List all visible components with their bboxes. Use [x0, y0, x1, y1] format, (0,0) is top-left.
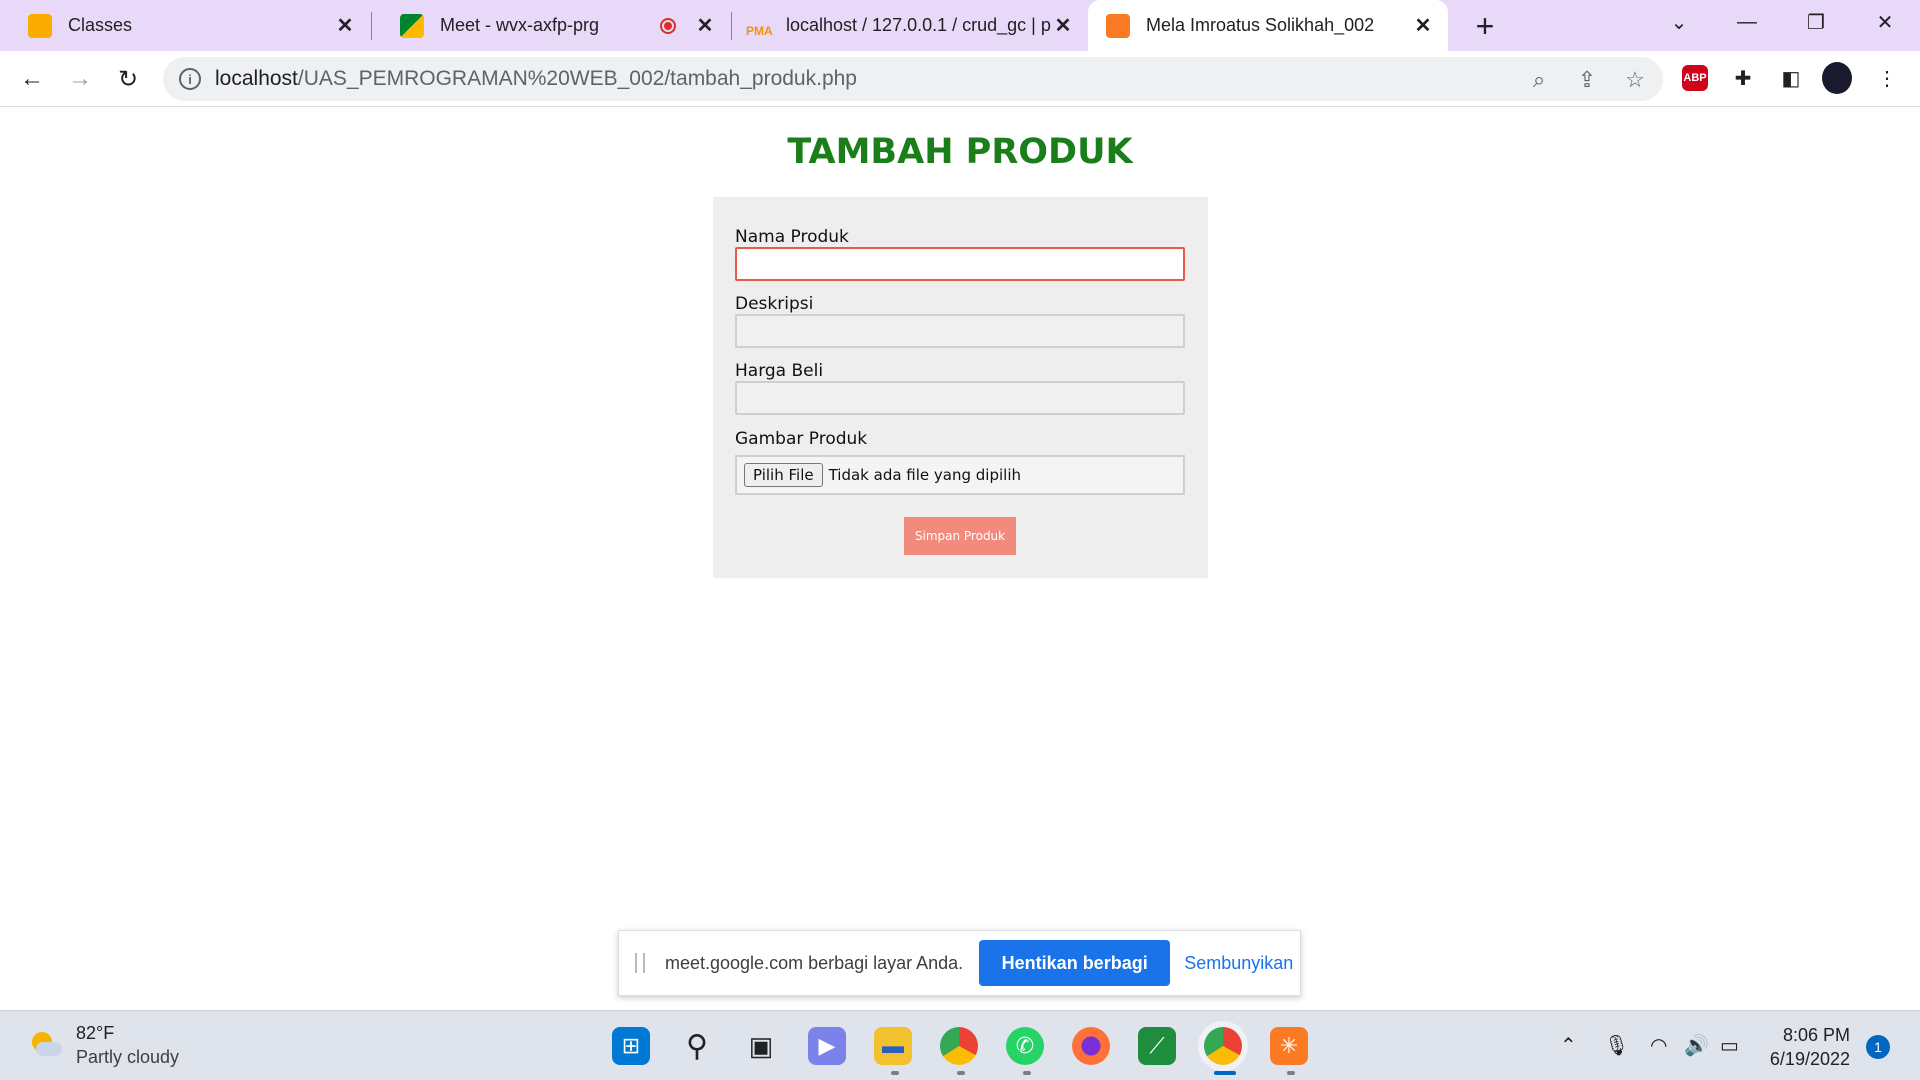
url-host: localhost: [215, 67, 298, 90]
tab-active[interactable]: Mela Imroatus Solikhah_002 ✕: [1088, 0, 1448, 51]
address-bar[interactable]: i localhost/UAS_PEMROGRAMAN%20WEB_002/ta…: [163, 57, 1663, 101]
partly-cloudy-icon: [28, 1030, 62, 1060]
choose-file-button[interactable]: Pilih File: [744, 463, 823, 487]
adblock-extension[interactable]: ABP: [1680, 63, 1710, 93]
forward-button[interactable]: →: [62, 61, 98, 97]
url-path: /UAS_PEMROGRAMAN%20WEB_002/tambah_produk…: [297, 67, 857, 90]
tab-search-icon[interactable]: ⌄: [1649, 0, 1709, 44]
chrome-profile-icon[interactable]: [1204, 1027, 1242, 1065]
info-icon[interactable]: i: [179, 68, 201, 90]
teams-chat-icon[interactable]: ▶: [808, 1027, 846, 1065]
active-indicator: [1214, 1071, 1236, 1075]
close-icon[interactable]: ✕: [694, 15, 716, 37]
screen-share-bar: meet.google.com berbagi layar Anda. Hent…: [618, 930, 1301, 996]
profile-avatar[interactable]: [1822, 62, 1852, 94]
harga-beli-label: Harga Beli: [735, 361, 824, 381]
wifi-icon[interactable]: ◠: [1650, 1033, 1667, 1058]
task-view-icon[interactable]: ▣: [742, 1027, 780, 1065]
clock-date: 6/19/2022: [1769, 1049, 1850, 1069]
close-icon[interactable]: ✕: [334, 15, 356, 37]
notification-badge[interactable]: 1: [1866, 1035, 1890, 1059]
side-panel-icon[interactable]: ◧: [1776, 63, 1806, 93]
whatsapp-icon[interactable]: ✆: [1006, 1027, 1044, 1065]
abp-icon: ABP: [1682, 65, 1708, 91]
close-window-button[interactable]: ✕: [1855, 0, 1915, 44]
hide-button[interactable]: Sembunyikan: [1184, 953, 1293, 974]
minimize-button[interactable]: —: [1717, 0, 1777, 44]
close-icon[interactable]: ✕: [1052, 15, 1074, 37]
clock[interactable]: 8:06 PM 6/19/2022: [1754, 1023, 1850, 1071]
tab-title: Mela Imroatus Solikhah_002: [1146, 15, 1375, 35]
xampp-icon[interactable]: ✳: [1270, 1027, 1308, 1065]
tab-phpmyadmin[interactable]: PMA localhost / 127.0.0.1 / crud_gc | p …: [732, 0, 1088, 51]
microphone-icon[interactable]: 🎙: [1604, 1033, 1629, 1058]
tab-classes[interactable]: Classes ✕: [0, 0, 370, 51]
running-indicator: [891, 1071, 899, 1075]
reload-button[interactable]: ↻: [110, 61, 146, 97]
recording-icon: [660, 17, 676, 34]
page-title: TAMBAH PRODUK: [787, 132, 1133, 172]
harga-beli-input[interactable]: [735, 381, 1185, 415]
url-text[interactable]: localhost/UAS_PEMROGRAMAN%20WEB_002/tamb…: [215, 67, 857, 91]
zoom-icon[interactable]: ⌕: [1526, 67, 1552, 93]
browser-toolbar: ← → ↻ i localhost/UAS_PEMROGRAMAN%20WEB_…: [0, 51, 1920, 107]
sublime-green-app-icon[interactable]: ⟋: [1138, 1027, 1176, 1065]
deskripsi-label: Deskripsi: [735, 294, 814, 314]
tab-strip: Classes ✕ Meet - wvx-axfp-prg ✕ PMA loca…: [0, 0, 1920, 51]
start-icon[interactable]: ⊞: [612, 1027, 650, 1065]
bookmark-star-icon[interactable]: ☆: [1622, 67, 1648, 93]
taskbar: 82°F Partly cloudy ⊞ ⚲ ▣ ▶ ▬ ✆ ⟋ ✳ ⌃ 🎙 ◠…: [0, 1010, 1920, 1080]
tab-title: Classes: [68, 15, 133, 35]
weather-condition: Partly cloudy: [76, 1047, 180, 1067]
weather-widget[interactable]: 82°F Partly cloudy: [28, 1021, 179, 1069]
clock-time: 8:06 PM: [1782, 1025, 1850, 1045]
extensions-icon[interactable]: ✚: [1728, 63, 1758, 93]
running-indicator: [1023, 1071, 1031, 1075]
page-content: TAMBAH PRODUK Nama Produk Deskripsi Harg…: [0, 107, 1920, 1010]
nama-produk-label: Nama Produk: [735, 227, 849, 247]
share-icon[interactable]: ⇪: [1574, 67, 1600, 93]
search-icon[interactable]: ⚲: [678, 1027, 716, 1065]
share-message: meet.google.com berbagi layar Anda.: [665, 952, 964, 973]
tab-meet[interactable]: Meet - wvx-axfp-prg ✕: [372, 0, 730, 51]
simpan-produk-button[interactable]: Simpan Produk: [904, 517, 1016, 555]
firefox-icon[interactable]: [1072, 1027, 1110, 1065]
back-button[interactable]: ←: [14, 61, 50, 97]
file-explorer-icon[interactable]: ▬: [874, 1027, 912, 1065]
stop-sharing-button[interactable]: Hentikan berbagi: [979, 940, 1171, 986]
google-meet-icon: [400, 13, 424, 38]
volume-icon[interactable]: 🔊: [1684, 1033, 1709, 1058]
drag-handle-icon[interactable]: [635, 953, 645, 973]
close-icon[interactable]: ✕: [1412, 15, 1434, 37]
product-form: Nama Produk Deskripsi Harga Beli Gambar …: [713, 197, 1208, 578]
file-status-text: Tidak ada file yang dipilih: [828, 466, 1022, 484]
running-indicator: [1287, 1071, 1295, 1075]
avatar: [1822, 62, 1852, 94]
new-tab-button[interactable]: +: [1466, 7, 1504, 45]
tab-title: localhost / 127.0.0.1 / crud_gc | p: [786, 15, 1051, 35]
gambar-produk-file-input[interactable]: Pilih File Tidak ada file yang dipilih: [735, 455, 1185, 495]
chrome-icon[interactable]: [940, 1027, 978, 1065]
tab-title: Meet - wvx-axfp-prg: [440, 15, 600, 35]
gambar-produk-label: Gambar Produk: [735, 429, 868, 449]
google-classroom-icon: [28, 13, 52, 38]
deskripsi-input[interactable]: [735, 314, 1185, 348]
weather-temperature: 82°F: [76, 1023, 115, 1043]
running-indicator: [957, 1071, 965, 1075]
phpmyadmin-icon: PMA: [746, 23, 773, 38]
nama-produk-input[interactable]: [735, 247, 1185, 281]
battery-icon[interactable]: ▭: [1720, 1033, 1739, 1058]
xampp-icon: [1106, 13, 1130, 38]
show-hidden-icons[interactable]: ⌃: [1560, 1033, 1577, 1058]
restore-button[interactable]: ❐: [1786, 0, 1846, 44]
menu-icon[interactable]: ⋮: [1872, 63, 1902, 93]
